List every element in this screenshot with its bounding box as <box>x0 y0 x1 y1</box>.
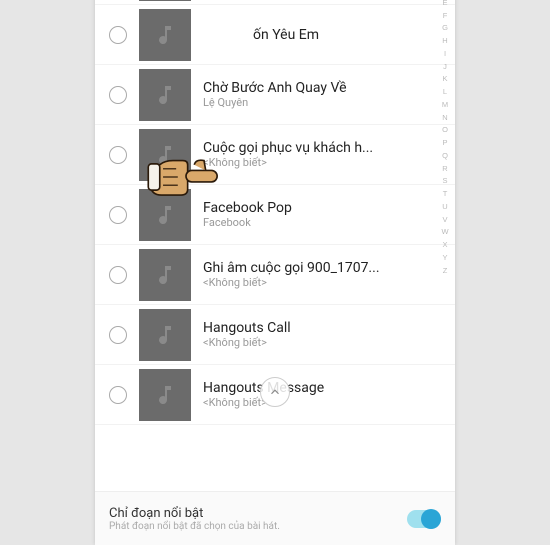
alpha-index[interactable]: &ABCDEFGHIJKLMNOPQRSTUVWXYZ <box>438 0 452 277</box>
highlight-toggle[interactable] <box>407 510 441 528</box>
song-thumbnail <box>139 69 191 121</box>
radio-unselected[interactable] <box>109 26 127 44</box>
radio-unselected[interactable] <box>109 266 127 284</box>
alpha-letter[interactable]: F <box>443 10 448 23</box>
footer-subtitle: Phát đoạn nổi bật đã chọn của bài hát. <box>109 521 407 532</box>
alpha-letter[interactable]: R <box>442 163 447 176</box>
alpha-letter[interactable]: S <box>442 175 447 188</box>
list-item[interactable]: Cuộc gọi phục vụ khách h... <Không biết> <box>95 125 455 185</box>
alpha-letter[interactable]: I <box>444 48 446 61</box>
song-thumbnail <box>139 129 191 181</box>
alpha-letter[interactable]: M <box>442 99 448 112</box>
list-item[interactable]: ốn Yêu Em <box>95 5 455 65</box>
alpha-letter[interactable]: G <box>442 22 448 35</box>
list-item[interactable]: Chờ Bước Anh Quay Về Lệ Quyên <box>95 65 455 125</box>
music-note-icon <box>153 83 177 107</box>
radio-unselected[interactable] <box>109 86 127 104</box>
alpha-letter[interactable]: W <box>441 226 448 239</box>
song-artist: <Không biết> <box>203 396 431 409</box>
song-title: Facebook Pop <box>203 200 431 216</box>
alpha-letter[interactable]: N <box>442 112 447 125</box>
song-title: Hangouts Call <box>203 320 431 336</box>
alpha-letter[interactable]: P <box>442 137 447 150</box>
alpha-letter[interactable]: L <box>443 86 447 99</box>
song-list[interactable]: Can Phong Duong Trieu Vu,Le Quyen ốn Yêu… <box>95 0 455 467</box>
alpha-letter[interactable]: Z <box>443 265 448 278</box>
music-note-icon <box>153 263 177 287</box>
music-note-icon <box>153 383 177 407</box>
chevron-up-icon <box>268 385 282 399</box>
phone-frame: 2 33% 14:14 BỘ CHỌN ÂM THANH BÀI HÁT ALB… <box>95 0 455 545</box>
music-note-icon <box>153 143 177 167</box>
list-item[interactable]: Hangouts Call <Không biết> <box>95 305 455 365</box>
highlight-only-footer: Chỉ đoạn nổi bật Phát đoạn nổi bật đã ch… <box>95 491 455 545</box>
alpha-letter[interactable]: Q <box>442 150 448 163</box>
list-item[interactable]: Ghi âm cuộc gọi 900_1707... <Không biết> <box>95 245 455 305</box>
song-title: Hangouts Message <box>203 380 431 396</box>
song-title: Chờ Bước Anh Quay Về <box>203 80 431 96</box>
song-title: Cuộc gọi phục vụ khách h... <box>203 140 431 156</box>
song-artist: Lệ Quyên <box>203 96 431 109</box>
alpha-letter[interactable]: E <box>442 0 447 10</box>
song-thumbnail <box>139 309 191 361</box>
music-note-icon <box>153 23 177 47</box>
alpha-letter[interactable]: V <box>442 214 447 227</box>
song-thumbnail <box>139 369 191 421</box>
alpha-letter[interactable]: O <box>442 124 448 137</box>
radio-unselected[interactable] <box>109 146 127 164</box>
alpha-letter[interactable]: H <box>442 35 447 48</box>
alpha-letter[interactable]: K <box>442 73 447 86</box>
song-thumbnail <box>139 189 191 241</box>
song-thumbnail <box>139 0 191 1</box>
scroll-to-top-button[interactable] <box>260 377 290 407</box>
song-thumbnail <box>139 249 191 301</box>
song-artist: <Không biết> <box>203 276 431 289</box>
music-note-icon <box>153 203 177 227</box>
alpha-letter[interactable]: T <box>443 188 448 201</box>
list-item[interactable]: Facebook Pop Facebook <box>95 185 455 245</box>
song-title: ốn Yêu Em <box>203 27 431 43</box>
music-note-icon <box>153 323 177 347</box>
radio-unselected[interactable] <box>109 386 127 404</box>
radio-unselected[interactable] <box>109 326 127 344</box>
footer-title: Chỉ đoạn nổi bật <box>109 506 407 521</box>
radio-unselected[interactable] <box>109 206 127 224</box>
alpha-letter[interactable]: J <box>443 61 447 74</box>
alpha-letter[interactable]: U <box>442 201 447 214</box>
alpha-letter[interactable]: X <box>442 239 447 252</box>
alpha-letter[interactable]: Y <box>442 252 447 265</box>
song-artist: <Không biết> <box>203 156 431 169</box>
song-title: Ghi âm cuộc gọi 900_1707... <box>203 260 431 276</box>
song-thumbnail <box>139 9 191 61</box>
song-artist: Facebook <box>203 216 431 229</box>
song-artist: <Không biết> <box>203 336 431 349</box>
